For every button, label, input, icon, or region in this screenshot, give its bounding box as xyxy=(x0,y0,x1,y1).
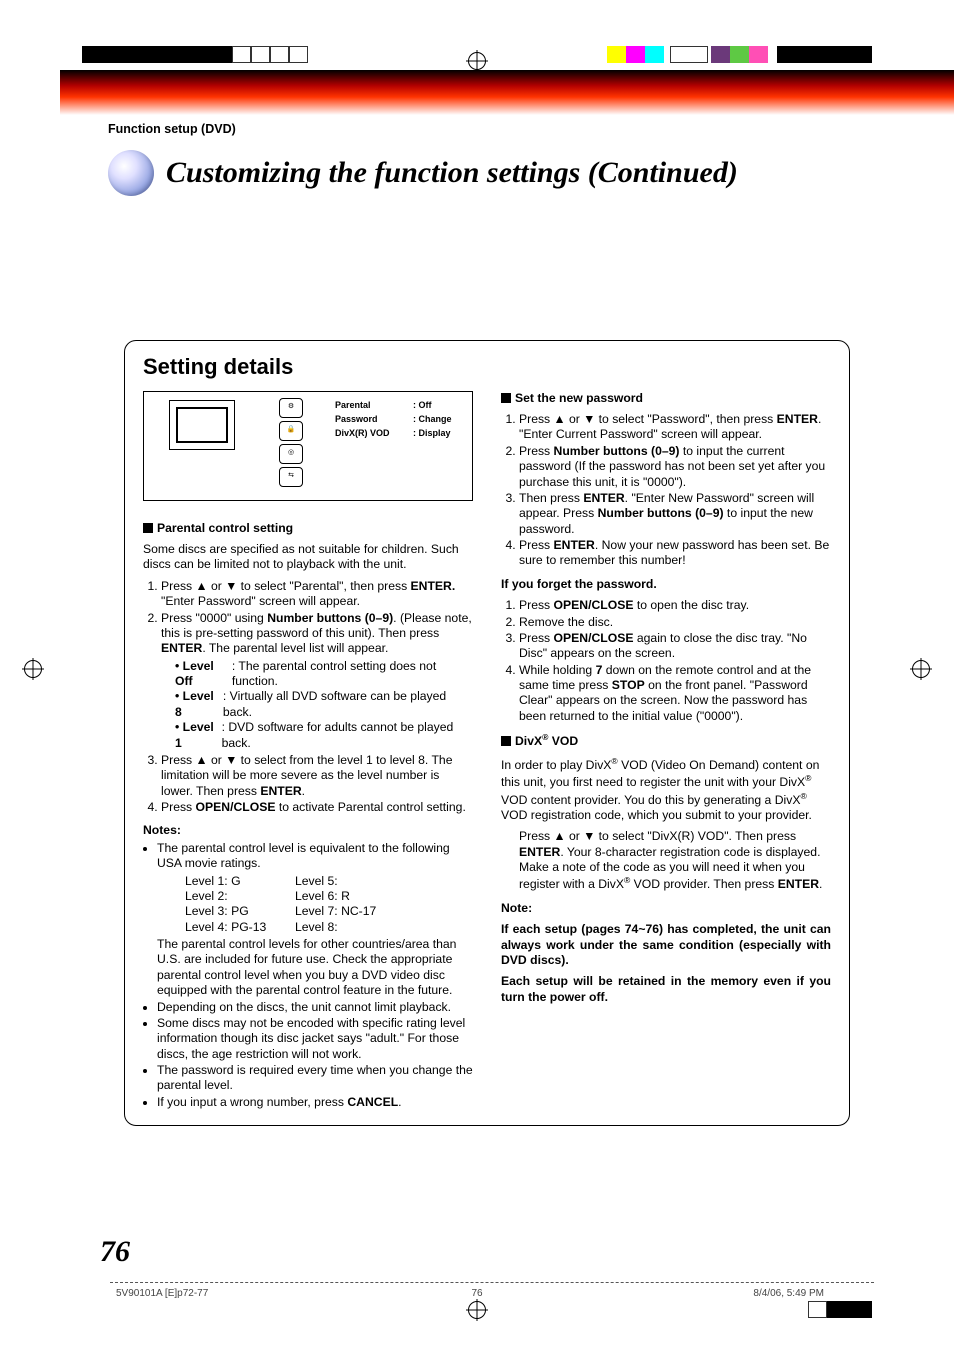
menu-parental-value: : Off xyxy=(413,400,432,411)
notes-list: The parental control level is equivalent… xyxy=(143,841,473,1110)
forgot-password-steps: Press OPEN/CLOSE to open the disc tray. … xyxy=(501,598,831,724)
footer-divider xyxy=(110,1282,874,1283)
parental-category-icon xyxy=(169,400,235,450)
footer-doc-id: 5V90101A [E]p72-77 xyxy=(116,1288,208,1299)
menu-icon-4: ⇆ xyxy=(279,467,303,487)
print-marks-bottom xyxy=(0,1301,954,1331)
register-mark-icon xyxy=(468,52,486,70)
page-title: Customizing the function settings (Conti… xyxy=(166,156,738,190)
menu-divx-value: : Display xyxy=(413,428,451,439)
parental-heading: Parental control setting xyxy=(143,521,473,536)
menu-password-value: : Change xyxy=(413,414,452,425)
page-number: 76 xyxy=(100,1235,130,1269)
menu-divx-label: DivX(R) VOD xyxy=(335,428,407,439)
set-password-heading: Set the new password xyxy=(501,391,831,406)
divx-paragraph-1: In order to play DivX® VOD (Video On Dem… xyxy=(501,756,831,824)
settings-panel: Setting details ⚙ 🔒 ◎ ⇆ Parental : Off xyxy=(124,340,850,1126)
osd-mock: ⚙ 🔒 ◎ ⇆ Parental : Off Password : Change D… xyxy=(143,391,473,501)
final-note-heading: Note: xyxy=(501,901,831,916)
divx-heading: DivX® VOD xyxy=(501,732,831,749)
final-note-2: Each setup will be retained in the memor… xyxy=(501,974,831,1005)
set-password-steps: Press ▲ or ▼ to select "Password", then … xyxy=(501,412,831,569)
parental-steps: Press ▲ or ▼ to select "Parental", then … xyxy=(143,579,473,816)
forgot-password-heading: If you forget the password. xyxy=(501,577,831,592)
parental-intro: Some discs are specified as not suitable… xyxy=(143,542,473,573)
final-note-1: If each setup (pages 74~76) has complete… xyxy=(501,922,831,968)
menu-icon-3: ◎ xyxy=(279,444,303,464)
divx-paragraph-2: Press ▲ or ▼ to select "DivX(R) VOD". Th… xyxy=(519,829,831,893)
side-register-mark-left xyxy=(24,660,42,678)
side-register-mark-right xyxy=(912,660,930,678)
register-mark-bottom-icon xyxy=(468,1301,486,1319)
notes-heading: Notes: xyxy=(143,823,473,838)
rating-table: Level 1: GLevel 5: Level 2:Level 6: R Le… xyxy=(185,874,473,936)
sphere-icon xyxy=(108,150,154,196)
menu-password-label: Password xyxy=(335,414,407,425)
footer-timestamp: 8/4/06, 5:49 PM xyxy=(753,1288,824,1299)
footer-sheet-num: 76 xyxy=(471,1288,482,1299)
menu-parental-label: Parental xyxy=(335,400,407,411)
menu-icon-1: ⚙ xyxy=(279,398,303,418)
right-column: Set the new password Press ▲ or ▼ to sel… xyxy=(501,391,831,1112)
section-label: Function setup (DVD) xyxy=(108,122,236,136)
menu-icon-2: 🔒 xyxy=(279,421,303,441)
left-column: ⚙ 🔒 ◎ ⇆ Parental : Off Password : Change D… xyxy=(143,391,473,1112)
settings-heading: Setting details xyxy=(143,353,831,381)
header-gradient xyxy=(60,70,954,115)
